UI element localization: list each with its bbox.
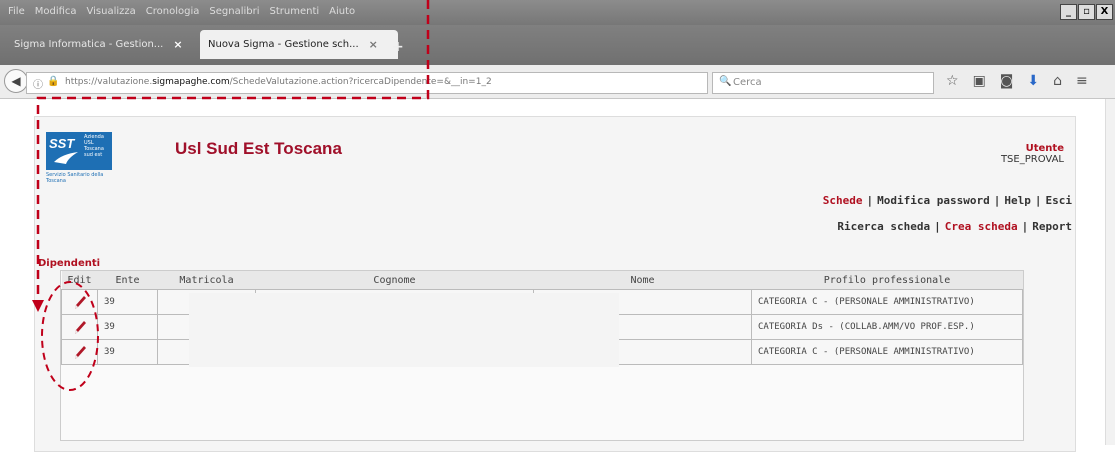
lock-icon: 🔒 <box>47 76 60 87</box>
minimize-button[interactable]: _ <box>1060 4 1077 20</box>
header-ente: Ente <box>97 271 158 290</box>
search-input[interactable]: 🔍 Cerca <box>712 72 934 94</box>
logo: SST Azienda USL Toscana sud est Servizio… <box>46 132 112 184</box>
page-content: SST Azienda USL Toscana sud est Servizio… <box>0 99 1115 452</box>
header-cognome: Cognome <box>255 271 534 290</box>
nav-report[interactable]: Report <box>1032 220 1072 233</box>
home-icon[interactable]: ⌂ <box>1053 73 1062 89</box>
nav-crea-scheda[interactable]: Crea scheda <box>945 220 1018 233</box>
bookmarks-list-icon[interactable]: ▣ <box>973 73 986 89</box>
info-icon[interactable]: ⓘ <box>33 76 43 91</box>
user-info: Utente TSE_PROVAL <box>1001 143 1064 165</box>
url-text: https://valutazione.sigmapaghe.com/Sched… <box>65 77 492 87</box>
url-bar[interactable]: ⓘ 🔒 https://valutazione.sigmapaghe.com/S… <box>26 72 724 97</box>
site-title: Usl Sud Est Toscana <box>175 139 342 158</box>
header-edit: Edit <box>61 271 98 290</box>
tab-label: Sigma Informatica - Gestion... <box>14 39 164 50</box>
menu-bar: File Modifica Visualizza Cronologia Segn… <box>0 0 1115 25</box>
new-tab-button[interactable]: + <box>392 39 404 55</box>
cell-ente: 39 <box>97 289 158 315</box>
cell-ente: 39 <box>97 339 158 365</box>
nav-help[interactable]: Help <box>1004 194 1031 207</box>
edit-cell[interactable] <box>61 339 98 365</box>
search-placeholder: Cerca <box>733 77 762 88</box>
back-button[interactable]: ◀ <box>4 69 28 93</box>
window-controls: _ ▫ X <box>1060 4 1113 20</box>
header-profilo: Profilo professionale <box>751 271 1023 290</box>
sub-nav: Ricerca scheda | Crea scheda | Report <box>837 220 1072 233</box>
table-header: Edit Ente Matricola Cognome Nome Profilo… <box>61 271 1023 290</box>
user-name: TSE_PROVAL <box>1000 154 1064 165</box>
nav-ricerca-scheda[interactable]: Ricerca scheda <box>837 220 930 233</box>
cell-profilo: CATEGORIA C - (PERSONALE AMMINISTRATIVO) <box>751 339 1023 365</box>
bookmark-star-icon[interactable]: ☆ <box>946 73 959 89</box>
edit-pencil-icon[interactable] <box>73 344 87 360</box>
menu-items: File Modifica Visualizza Cronologia Segn… <box>8 6 355 17</box>
redaction-mask <box>189 293 619 367</box>
edit-cell[interactable] <box>61 289 98 315</box>
menu-aiuto[interactable]: Aiuto <box>329 6 355 17</box>
nav-schede[interactable]: Schede <box>823 194 863 207</box>
nav-esci[interactable]: Esci <box>1046 194 1073 207</box>
navigation-bar: ◀ ⓘ 🔒 https://valutazione.sigmapaghe.com… <box>0 65 1115 99</box>
menu-file[interactable]: File <box>8 6 25 17</box>
section-title: Dipendenti <box>38 258 101 269</box>
top-nav: Schede | Modifica password | Help | Esci <box>822 194 1073 207</box>
edit-cell[interactable] <box>61 314 98 340</box>
page-scrollbar[interactable] <box>1105 99 1115 445</box>
cell-profilo: CATEGORIA Ds - (COLLAB.AMM/VO PROF.ESP.) <box>751 314 1023 340</box>
toolbar-icons: ☆ ▣ ◙ ⬇ ⌂ ≡ <box>946 73 1088 89</box>
nav-modifica-password[interactable]: Modifica password <box>877 194 990 207</box>
tab-label: Nuova Sigma - Gestione sch... <box>208 39 359 50</box>
restore-button[interactable]: ▫ <box>1078 4 1095 20</box>
close-window-button[interactable]: X <box>1096 4 1113 20</box>
menu-visualizza[interactable]: Visualizza <box>87 6 136 17</box>
app-panel: SST Azienda USL Toscana sud est Servizio… <box>34 116 1076 452</box>
tab-bar: Sigma Informatica - Gestion... × Nuova S… <box>0 25 1115 65</box>
tab-close-icon[interactable]: × <box>173 38 182 51</box>
menu-segnalibri[interactable]: Segnalibri <box>209 6 259 17</box>
header-nome: Nome <box>533 271 752 290</box>
menu-cronologia[interactable]: Cronologia <box>146 6 200 17</box>
edit-pencil-icon[interactable] <box>73 319 87 335</box>
header-matricola: Matricola <box>157 271 256 290</box>
tab-nuova-sigma[interactable]: Nuova Sigma - Gestione sch... × <box>200 30 398 59</box>
search-icon: 🔍 <box>719 76 732 87</box>
menu-hamburger-icon[interactable]: ≡ <box>1076 73 1088 89</box>
tab-sigma-informatica[interactable]: Sigma Informatica - Gestion... × <box>6 30 212 59</box>
tab-close-icon[interactable]: × <box>369 38 378 51</box>
edit-pencil-icon[interactable] <box>73 294 87 310</box>
menu-modifica[interactable]: Modifica <box>35 6 77 17</box>
cell-ente: 39 <box>97 314 158 340</box>
menu-strumenti[interactable]: Strumenti <box>270 6 320 17</box>
pocket-icon[interactable]: ◙ <box>1000 73 1014 89</box>
cell-profilo: CATEGORIA C - (PERSONALE AMMINISTRATIVO) <box>751 289 1023 315</box>
download-icon[interactable]: ⬇ <box>1027 73 1039 89</box>
user-label: Utente <box>1025 143 1064 154</box>
employee-table: Edit Ente Matricola Cognome Nome Profilo… <box>60 270 1024 441</box>
